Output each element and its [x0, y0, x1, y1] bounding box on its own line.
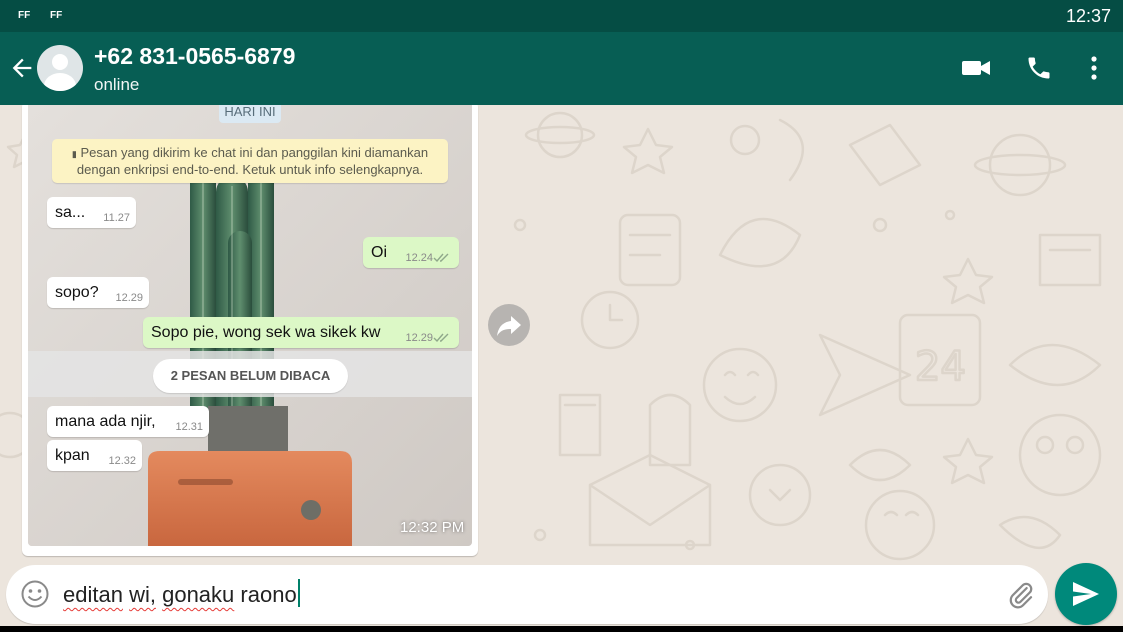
input-word: raono: [240, 582, 297, 607]
message-bubble-outgoing: Oi 12.24: [363, 237, 459, 268]
contact-status: online: [94, 75, 140, 94]
input-word: editan: [63, 582, 123, 607]
encryption-notice-line1: Pesan yang dikirim ke chat ini dan pangg…: [80, 145, 429, 160]
status-bar: FF FF 12:37: [0, 0, 1123, 32]
forwarded-screenshot-card[interactable]: HARI INI ▮ Pesan yang dikirim ke chat in…: [22, 105, 478, 556]
send-icon: [1073, 582, 1099, 606]
message-input[interactable]: editan wi, gonaku raono: [63, 579, 300, 610]
svg-text:24: 24: [915, 344, 966, 390]
composer-bar: editan wi, gonaku raono: [0, 563, 1123, 632]
status-icon-ff: FF: [18, 10, 31, 21]
message-time: 11.27: [103, 212, 130, 224]
message-bubble-incoming: kpan 12.32: [47, 440, 142, 471]
message-input-pill[interactable]: editan wi, gonaku raono: [6, 565, 1048, 624]
message-bubble-incoming: sopo? 12.29: [47, 277, 149, 308]
avatar-body-shape: [44, 73, 76, 91]
avatar-head-shape: [52, 54, 68, 70]
forward-icon: [497, 316, 521, 336]
lock-icon: ▮: [71, 149, 77, 159]
text-cursor: [297, 579, 300, 607]
date-chip: HARI INI: [219, 105, 281, 123]
message-text: Oi: [371, 244, 387, 261]
message-time: 12.24: [405, 252, 433, 264]
message-time: 12.29: [405, 332, 433, 344]
message-text: Sopo pie, wong sek wa sikek kw: [151, 324, 381, 341]
contact-name[interactable]: +62 831-0565-6879: [94, 43, 295, 70]
image-timestamp: 12:32 PM: [400, 519, 465, 536]
message-time: 12.32: [108, 455, 136, 467]
chat-header: +62 831-0565-6879 online: [0, 32, 1123, 105]
chat-area[interactable]: 24 HARI INI ▮ Pesan yang dikirim ke chat…: [0, 105, 1123, 565]
message-bubble-incoming: sa... 11.27: [47, 197, 136, 228]
message-text: sopo?: [55, 284, 99, 301]
status-time: 12:37: [1065, 6, 1111, 26]
message-time: 12.29: [115, 292, 143, 304]
forward-button[interactable]: [488, 304, 530, 346]
status-icon-ff: FF: [50, 10, 63, 21]
input-word: gonaku: [162, 582, 235, 607]
video-call-icon[interactable]: [961, 54, 991, 82]
unread-messages-chip: 2 PESAN BELUM DIBACA: [153, 359, 348, 393]
double-tick-icon: [433, 253, 449, 263]
encryption-notice-line2: dengan enkripsi end-to-end. Ketuk untuk …: [76, 162, 424, 177]
phone-icon[interactable]: [1024, 54, 1054, 82]
back-arrow-icon[interactable]: [8, 54, 36, 82]
message-bubble-incoming: mana ada njir, 12.31: [47, 406, 209, 437]
encryption-notice: ▮ Pesan yang dikirim ke chat ini dan pan…: [52, 139, 448, 183]
input-word: wi,: [129, 582, 156, 607]
screenshot-image[interactable]: HARI INI ▮ Pesan yang dikirim ke chat in…: [28, 105, 472, 546]
send-button[interactable]: [1055, 563, 1117, 625]
avatar[interactable]: [37, 45, 83, 91]
message-text: mana ada njir,: [55, 413, 156, 430]
message-text: kpan: [55, 447, 90, 464]
bottom-edge: [0, 626, 1123, 632]
message-bubble-outgoing: Sopo pie, wong sek wa sikek kw 12.29: [143, 317, 459, 348]
attach-icon[interactable]: [1006, 579, 1036, 611]
emoji-icon[interactable]: [20, 579, 50, 609]
message-text: sa...: [55, 204, 86, 221]
double-tick-icon: [433, 333, 449, 343]
message-time: 12.31: [175, 421, 203, 433]
more-vert-icon[interactable]: [1079, 54, 1109, 82]
